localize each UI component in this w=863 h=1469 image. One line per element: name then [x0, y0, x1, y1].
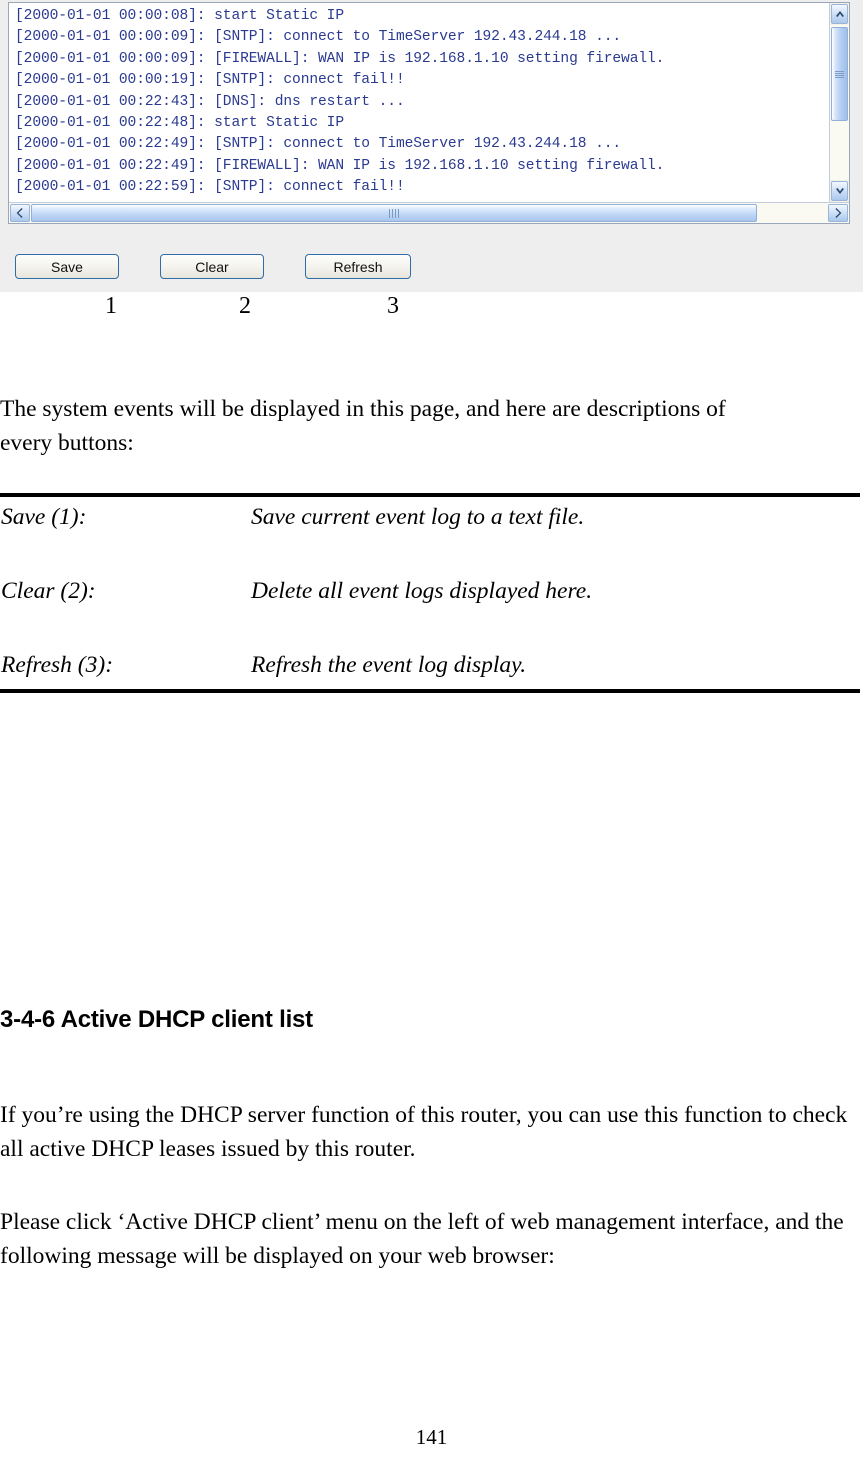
log-line: [2000-01-01 00:00:09]: [SNTP]: connect t…: [15, 29, 622, 46]
body-paragraph-1: If you’re using the DHCP server function…: [0, 1102, 848, 1162]
scrollbar-grip-icon: [835, 70, 844, 79]
horizontal-scrollbar-thumb[interactable]: [31, 204, 757, 222]
chevron-up-icon[interactable]: [831, 4, 848, 24]
scrollbar-grip-icon: [388, 208, 400, 218]
description-definition: Save current event log to a text file.: [251, 504, 585, 530]
log-line: [2000-01-01 00:22:48]: start Static IP: [15, 114, 344, 131]
description-term: Clear (2):: [1, 578, 96, 604]
chevron-right-icon[interactable]: [828, 204, 848, 222]
event-log-body: [2000-01-01 00:00:08]: start Static IP […: [9, 3, 849, 202]
callout-number-save: 1: [105, 293, 117, 319]
table-row: Clear (2): Delete all event logs display…: [0, 571, 860, 645]
body-paragraph-2: Please click ‘Active DHCP client’ menu o…: [0, 1209, 844, 1269]
log-line: [2000-01-01 00:22:59]: [SNTP]: connect f…: [15, 179, 405, 196]
intro-paragraph: The system events will be displayed in t…: [0, 396, 726, 456]
description-definition: Delete all event logs displayed here.: [251, 578, 593, 604]
callout-number-refresh: 3: [387, 293, 399, 319]
log-line: [2000-01-01 00:22:43]: [DNS]: dns restar…: [15, 93, 405, 110]
log-line: [2000-01-01 00:00:09]: [FIREWALL]: WAN I…: [15, 50, 665, 67]
page-number: 141: [415, 1425, 448, 1449]
table-row: Refresh (3): Refresh the event log displ…: [0, 645, 860, 689]
callout-number-clear: 2: [239, 293, 251, 319]
log-line: [2000-01-01 00:00:08]: start Static IP: [15, 8, 344, 24]
refresh-button[interactable]: Refresh: [305, 254, 411, 279]
button-description-table: Save (1): Save current event log to a te…: [0, 493, 860, 693]
chevron-down-icon[interactable]: [831, 181, 848, 201]
table-row: Save (1): Save current event log to a te…: [0, 497, 860, 571]
horizontal-scrollbar-track[interactable]: [31, 203, 827, 223]
vertical-scrollbar[interactable]: [829, 3, 849, 202]
log-action-buttons: Save Clear Refresh: [0, 254, 863, 281]
log-line: [2000-01-01 00:22:49]: [SNTP]: connect t…: [15, 136, 622, 153]
log-line: [2000-01-01 00:22:49]: [FIREWALL]: WAN I…: [15, 157, 665, 174]
event-log-textarea[interactable]: [2000-01-01 00:00:08]: start Static IP […: [9, 3, 829, 202]
chevron-left-icon[interactable]: [10, 204, 30, 222]
clear-button[interactable]: Clear: [160, 254, 264, 279]
log-line: [2000-01-01 00:00:19]: [SNTP]: connect f…: [15, 72, 405, 89]
description-term: Refresh (3):: [1, 652, 114, 678]
vertical-scrollbar-track[interactable]: [830, 25, 849, 180]
vertical-scrollbar-thumb[interactable]: [831, 27, 848, 121]
section-heading: 3-4-6 Active DHCP client list: [0, 1005, 313, 1033]
event-log-panel: [2000-01-01 00:00:08]: start Static IP […: [8, 2, 850, 224]
horizontal-scrollbar[interactable]: [9, 202, 849, 223]
router-ui-screenshot: [2000-01-01 00:00:08]: start Static IP […: [0, 0, 863, 292]
description-term: Save (1):: [1, 504, 87, 530]
description-definition: Refresh the event log display.: [251, 652, 527, 678]
save-button[interactable]: Save: [15, 254, 119, 279]
